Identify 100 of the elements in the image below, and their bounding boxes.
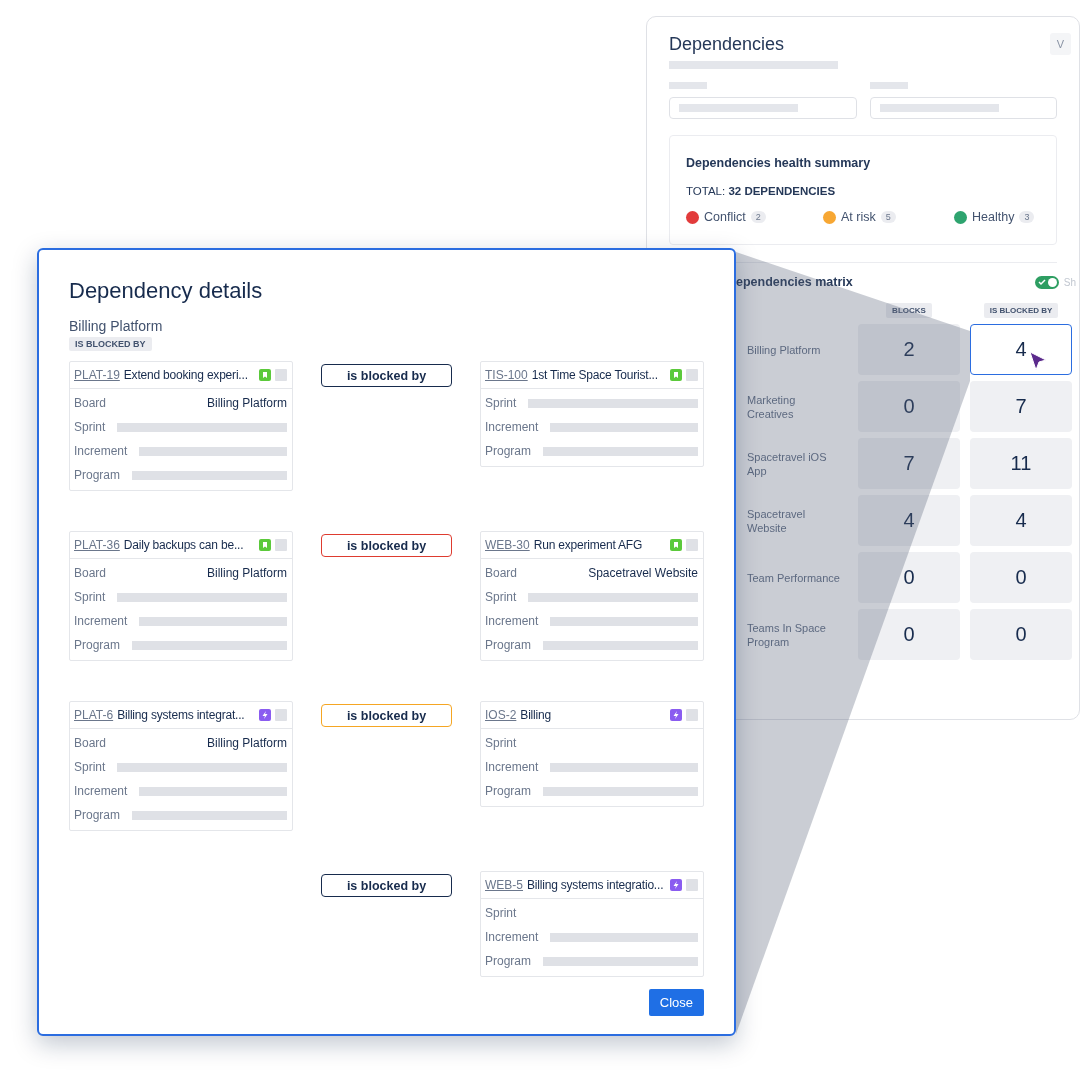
status-label: At risk xyxy=(841,210,876,224)
relation-button[interactable]: is blocked by xyxy=(321,364,452,387)
lightning-icon xyxy=(670,709,682,721)
column-header: IS BLOCKED BY xyxy=(983,303,1059,318)
relation-button[interactable]: is blocked by xyxy=(321,704,452,727)
issue-key-link[interactable]: WEB-5 xyxy=(485,878,523,892)
relation-badge: IS BLOCKED BY xyxy=(69,337,152,351)
field-label: Board xyxy=(74,736,107,750)
field-label: Program xyxy=(485,638,531,652)
issue-key-link[interactable]: TIS-100 xyxy=(485,368,528,382)
matrix-cell[interactable]: 4 xyxy=(970,495,1072,546)
field-label: Board xyxy=(74,566,107,580)
issue-summary: Extend booking experi... xyxy=(123,368,248,382)
matrix-cell[interactable]: 0 xyxy=(858,381,960,432)
field-label: Increment xyxy=(74,444,128,458)
input-field[interactable] xyxy=(869,97,1057,119)
status-label: Conflict xyxy=(704,210,746,224)
total-count: TOTAL: 32 DEPENDENCIES xyxy=(686,185,837,197)
field-value: Spacetravel Website xyxy=(588,566,698,580)
matrix-cell[interactable]: 2 xyxy=(858,324,960,375)
field-label: Increment xyxy=(485,760,539,774)
field-label: Increment xyxy=(485,420,539,434)
placeholder-square xyxy=(686,879,698,891)
page-title: Dependencies xyxy=(669,33,785,55)
field-label: Program xyxy=(74,808,120,822)
input-field[interactable] xyxy=(669,97,857,119)
toggle-label: Sh xyxy=(1063,276,1076,288)
placeholder-square xyxy=(686,709,698,721)
field-value: Billing Platform xyxy=(206,396,287,410)
bookmark-icon xyxy=(259,539,271,551)
summary-title: Dependencies health summary xyxy=(686,156,872,170)
row-label: Marketing Creatives xyxy=(747,392,797,421)
row-label: Billing Platform xyxy=(747,342,822,357)
issue-key-link[interactable]: PLAT-36 xyxy=(74,538,120,552)
field-label: Sprint xyxy=(74,760,106,774)
issue-summary: Run experiment AFG xyxy=(533,538,643,552)
relation-button[interactable]: is blocked by xyxy=(321,534,452,557)
row-label: Spacetravel Website xyxy=(747,506,807,535)
field-label: Board xyxy=(74,396,107,410)
issue-summary: Billing xyxy=(520,708,551,722)
issue-summary: 1st Time Space Tourist... xyxy=(531,368,658,382)
field-value: Billing Platform xyxy=(206,736,287,750)
close-button[interactable]: Close xyxy=(648,989,704,1016)
matrix-title: ependencies matrix xyxy=(736,275,853,289)
count-badge: 5 xyxy=(880,211,896,223)
bookmark-icon xyxy=(670,369,682,381)
placeholder-bar xyxy=(669,82,707,89)
field-label: Increment xyxy=(74,614,128,628)
field-label: Program xyxy=(485,954,531,968)
lightning-icon xyxy=(670,879,682,891)
placeholder-bar xyxy=(869,82,908,89)
status-label: Healthy xyxy=(972,210,1015,224)
matrix-cell[interactable]: 4 xyxy=(970,324,1072,375)
field-label: Increment xyxy=(485,930,539,944)
matrix-cell[interactable]: 4 xyxy=(858,495,960,546)
issue-summary: Daily backups can be... xyxy=(123,538,244,552)
matrix-cell[interactable]: 7 xyxy=(858,438,960,489)
issue-summary: Billing systems integratio... xyxy=(527,878,664,892)
issue-key-link[interactable]: PLAT-19 xyxy=(74,368,120,382)
field-label: Sprint xyxy=(485,396,517,410)
cursor-icon xyxy=(1028,350,1048,372)
check-icon xyxy=(1037,278,1046,286)
field-label: Board xyxy=(485,566,518,580)
issue-key-link[interactable]: WEB-30 xyxy=(485,538,530,552)
field-label: Program xyxy=(74,638,120,652)
placeholder-square xyxy=(686,539,698,551)
count-badge: 3 xyxy=(1019,211,1035,223)
row-label: Team Performance xyxy=(747,570,841,585)
bookmark-icon xyxy=(259,369,271,381)
count-badge: 2 xyxy=(750,211,766,223)
dialog-title: Dependency details xyxy=(69,278,264,304)
field-label: Sprint xyxy=(74,420,106,434)
field-label: Sprint xyxy=(74,590,106,604)
column-header: BLOCKS xyxy=(886,303,932,318)
bookmark-icon xyxy=(670,539,682,551)
issue-summary: Billing systems integrat... xyxy=(117,708,245,722)
placeholder-square xyxy=(686,369,698,381)
matrix-cell[interactable]: 0 xyxy=(858,609,960,660)
matrix-cell[interactable]: 11 xyxy=(970,438,1072,489)
field-label: Program xyxy=(74,468,120,482)
placeholder-square xyxy=(275,539,287,551)
board-name: Billing Platform xyxy=(69,318,164,334)
matrix-cell[interactable]: 0 xyxy=(970,552,1072,603)
matrix-cell[interactable]: 0 xyxy=(970,609,1072,660)
field-label: Sprint xyxy=(485,590,517,604)
relation-button[interactable]: is blocked by xyxy=(321,874,452,897)
lightning-icon xyxy=(259,709,271,721)
field-value: Billing Platform xyxy=(206,566,287,580)
placeholder-square xyxy=(275,369,287,381)
field-label: Program xyxy=(485,784,531,798)
issue-key-link[interactable]: PLAT-6 xyxy=(74,708,114,722)
matrix-cell[interactable]: 7 xyxy=(970,381,1072,432)
toggle-switch[interactable] xyxy=(1034,275,1059,289)
field-label: Increment xyxy=(485,614,539,628)
field-label: Sprint xyxy=(485,906,517,920)
row-label: Spacetravel iOS App xyxy=(747,449,828,478)
issue-key-link[interactable]: IOS-2 xyxy=(485,708,517,722)
field-label: Sprint xyxy=(485,736,517,750)
row-label: Teams In Space Program xyxy=(747,620,827,649)
matrix-cell[interactable]: 0 xyxy=(858,552,960,603)
